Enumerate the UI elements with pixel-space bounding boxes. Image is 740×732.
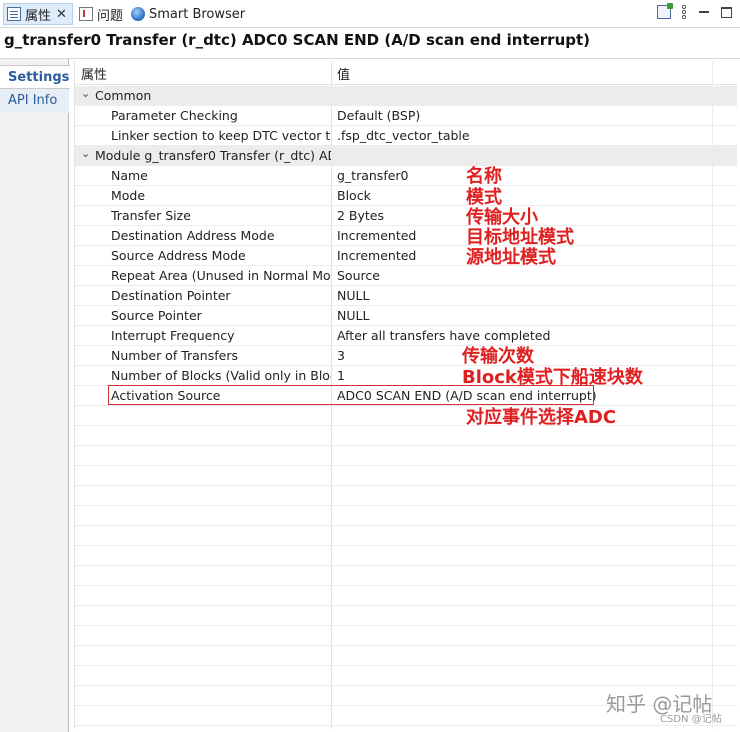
property-key: Module g_transfer0 Transfer (r_dtc) ADC0…: [95, 148, 331, 163]
view-menu-icon[interactable]: [681, 4, 687, 20]
tab-smart-browser-label: Smart Browser: [149, 6, 246, 22]
property-key: Repeat Area (Unused in Normal Mode): [111, 268, 331, 283]
empty-row: [75, 566, 737, 586]
problems-icon: [79, 7, 93, 21]
property-key: Number of Blocks (Valid only in Block Mo…: [111, 368, 331, 383]
table-row[interactable]: Destination Pointer NULL: [75, 286, 737, 306]
property-value[interactable]: NULL: [337, 308, 369, 323]
page-title: g_transfer0 Transfer (r_dtc) ADC0 SCAN E…: [4, 31, 591, 49]
tab-problems[interactable]: 问题: [79, 3, 123, 25]
category-row[interactable]: ⌄ Module g_transfer0 Transfer (r_dtc) ADC…: [75, 146, 737, 166]
property-key: Source Pointer: [111, 308, 202, 323]
open-editor-icon[interactable]: [657, 3, 673, 19]
empty-row: [75, 546, 737, 566]
empty-row: [75, 666, 737, 686]
tab-smart-browser[interactable]: Smart Browser: [131, 3, 245, 25]
watermark-small: CSDN @记帖: [660, 714, 722, 725]
empty-row: [75, 626, 737, 646]
empty-row: [75, 446, 737, 466]
table-right-edge: [712, 61, 713, 729]
table-row[interactable]: Source Address Mode Incremented: [75, 246, 737, 266]
empty-row: [75, 586, 737, 606]
empty-row: [75, 466, 737, 486]
property-value[interactable]: Default (BSP): [337, 108, 420, 123]
table-header: 属性 值: [75, 61, 737, 85]
property-value[interactable]: Source: [337, 268, 380, 283]
property-value[interactable]: 3: [337, 348, 345, 363]
property-value[interactable]: Incremented: [337, 248, 416, 263]
property-value[interactable]: .fsp_dtc_vector_table: [337, 128, 470, 143]
maximize-icon[interactable]: [721, 6, 732, 18]
property-key: Common: [95, 88, 152, 103]
property-key: Transfer Size: [111, 208, 191, 223]
property-value[interactable]: NULL: [337, 288, 369, 303]
property-value[interactable]: Incremented: [337, 228, 416, 243]
tab-properties[interactable]: 属性 ✕: [3, 3, 73, 25]
table-row[interactable]: Transfer Size 2 Bytes: [75, 206, 737, 226]
tab-problems-label: 问题: [97, 8, 124, 24]
property-value[interactable]: 2 Bytes: [337, 208, 384, 223]
property-key: Destination Address Mode: [111, 228, 275, 243]
property-value[interactable]: After all transfers have completed: [337, 328, 550, 343]
empty-row: [75, 606, 737, 626]
empty-row: [75, 406, 737, 426]
window-controls: [657, 3, 732, 20]
minimize-icon[interactable]: [697, 5, 711, 19]
empty-row: [75, 506, 737, 526]
empty-row: [75, 646, 737, 666]
globe-icon: [131, 7, 145, 21]
table-row[interactable]: Interrupt Frequency After all transfers h…: [75, 326, 737, 346]
table-row[interactable]: Parameter Checking Default (BSP): [75, 106, 737, 126]
table-row[interactable]: Repeat Area (Unused in Normal Mode) Sourc…: [75, 266, 737, 286]
table-row[interactable]: Destination Address Mode Incremented: [75, 226, 737, 246]
close-icon[interactable]: ✕: [56, 7, 67, 22]
property-key: Mode: [111, 188, 146, 203]
property-key: Parameter Checking: [111, 108, 238, 123]
settings-side-tabs: Settings API Info: [0, 59, 70, 732]
table-row[interactable]: Source Pointer NULL: [75, 306, 737, 326]
property-key: Source Address Mode: [111, 248, 246, 263]
property-key: Linker section to keep DTC vector table: [111, 128, 331, 143]
side-tab-settings[interactable]: Settings: [0, 65, 70, 89]
property-key: Name: [111, 168, 148, 183]
empty-row: [75, 486, 737, 506]
column-header-value[interactable]: 值: [337, 64, 350, 83]
property-value[interactable]: Block: [337, 188, 371, 203]
property-key: Destination Pointer: [111, 288, 231, 303]
empty-row: [75, 526, 737, 546]
annotation-number-of-blocks: Block模式下船速块数: [462, 367, 643, 388]
tab-properties-label: 属性: [25, 8, 52, 24]
title-divider: [0, 58, 740, 59]
properties-icon: [7, 7, 21, 21]
table-row[interactable]: Name g_transfer0: [75, 166, 737, 186]
table-row[interactable]: Mode Block: [75, 186, 737, 206]
property-value[interactable]: g_transfer0: [337, 168, 409, 183]
column-header-property[interactable]: 属性: [81, 64, 107, 83]
annotation-source-mode: 源地址模式: [466, 247, 556, 268]
view-tab-strip: 属性 ✕ 问题 Smart Browser: [0, 0, 740, 28]
table-row[interactable]: Linker section to keep DTC vector table.…: [75, 126, 737, 146]
category-row[interactable]: ⌄ Common: [75, 86, 737, 106]
annotation-activation-source: 对应事件选择ADC: [466, 407, 617, 428]
property-key: Interrupt Frequency: [111, 328, 235, 343]
property-value[interactable]: 1: [337, 368, 345, 383]
expand-chevron-icon[interactable]: ⌄: [81, 87, 90, 100]
expand-chevron-icon[interactable]: ⌄: [81, 147, 90, 160]
side-tab-api-info[interactable]: API Info: [0, 89, 69, 113]
empty-row: [75, 426, 737, 446]
property-key: Number of Transfers: [111, 348, 238, 363]
